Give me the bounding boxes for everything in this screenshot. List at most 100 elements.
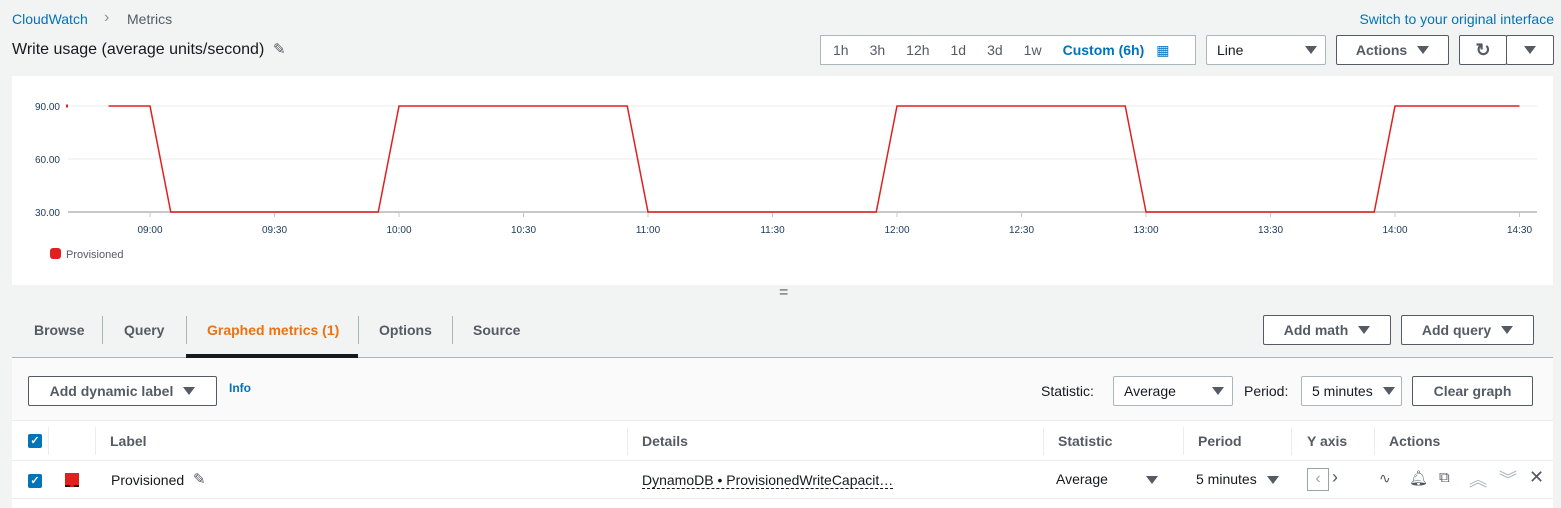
- tab-source[interactable]: Source: [473, 322, 520, 338]
- row-statistic[interactable]: Average: [1056, 471, 1108, 487]
- add-dynamic-label-button[interactable]: Add dynamic label: [28, 376, 217, 406]
- legend-swatch: [50, 248, 61, 259]
- line-chart: 90.00 60.00 30.00 09:00 09:30 10:00 10:30 11:00…: [35, 102, 1537, 261]
- range-3h[interactable]: 3h: [870, 42, 886, 58]
- calendar-icon[interactable]: ▦: [1156, 42, 1169, 59]
- range-1h[interactable]: 1h: [833, 42, 849, 58]
- x-tick-label: 09:30: [262, 225, 287, 236]
- y-axis-left-icon[interactable]: ‹: [1307, 468, 1329, 491]
- alarm-bell-icon[interactable]: 🔔︎: [1409, 469, 1428, 487]
- period-select[interactable]: 5 minutes: [1301, 376, 1402, 406]
- breadcrumb-cloudwatch[interactable]: CloudWatch: [12, 11, 88, 27]
- chart-panel: 90.00 60.00 30.00 09:00 09:30 10:00 10:30 11:00…: [12, 76, 1553, 285]
- col-divider: [1374, 427, 1375, 455]
- add-query-button[interactable]: Add query: [1401, 315, 1534, 345]
- row-divider: [12, 498, 1553, 499]
- x-tick-label: 14:30: [1507, 225, 1532, 236]
- range-custom[interactable]: Custom (6h): [1063, 42, 1145, 58]
- col-divider: [1043, 427, 1044, 455]
- tab-browse[interactable]: Browse: [34, 322, 85, 338]
- remove-icon[interactable]: ✕: [1529, 467, 1544, 488]
- actions-button[interactable]: Actions: [1336, 35, 1449, 65]
- refresh-options-button[interactable]: [1506, 35, 1554, 65]
- legend-label: Provisioned: [66, 249, 123, 261]
- info-link[interactable]: Info: [229, 381, 251, 395]
- col-y-axis[interactable]: Y axis: [1307, 433, 1347, 449]
- refresh-icon: ↻: [1475, 39, 1491, 60]
- chevron-down-icon: [1524, 46, 1536, 54]
- col-period[interactable]: Period: [1198, 433, 1242, 449]
- clear-graph-button[interactable]: Clear graph: [1412, 376, 1533, 406]
- chevron-down-icon: [1212, 387, 1224, 395]
- range-1d[interactable]: 1d: [951, 42, 967, 58]
- edit-label-icon[interactable]: ✎: [193, 470, 206, 488]
- range-12h[interactable]: 12h: [906, 42, 929, 58]
- y-tick-label: 30.00: [35, 208, 60, 219]
- row-period[interactable]: 5 minutes: [1196, 471, 1257, 487]
- breadcrumb-current: Metrics: [127, 11, 173, 27]
- move-down-icon[interactable]: ︾: [1499, 466, 1517, 492]
- y-tick-label: 90.00: [35, 102, 60, 113]
- x-tick-label: 09:00: [137, 225, 162, 236]
- series-color-swatch[interactable]: [65, 473, 79, 487]
- chevron-down-icon: [1305, 46, 1317, 54]
- row-checkbox[interactable]: ✓: [28, 474, 42, 488]
- add-math-label: Add math: [1283, 322, 1349, 338]
- statistic-select[interactable]: Average: [1113, 376, 1233, 406]
- tab-options[interactable]: Options: [379, 322, 432, 338]
- refresh-button[interactable]: ↻: [1459, 35, 1507, 65]
- add-dynamic-label-text: Add dynamic label: [49, 383, 174, 399]
- x-tick-label: 12:30: [1009, 225, 1034, 236]
- col-divider: [627, 427, 628, 455]
- tab-divider: [358, 316, 359, 344]
- statistic-label: Statistic:: [1041, 383, 1094, 399]
- breadcrumb-separator-icon: ›: [104, 9, 110, 26]
- resize-handle[interactable]: =: [779, 284, 788, 302]
- x-tick-label: 11:00: [636, 225, 661, 236]
- y-axis-right-icon[interactable]: ›: [1332, 467, 1338, 488]
- chevron-down-icon: [1358, 326, 1371, 334]
- switch-interface-link[interactable]: Switch to your original interface: [1359, 11, 1554, 27]
- period-value: 5 minutes: [1312, 383, 1373, 399]
- page-title: Write usage (average units/second): [12, 41, 265, 58]
- add-math-button[interactable]: Add math: [1263, 315, 1391, 345]
- period-label: Period:: [1244, 383, 1289, 399]
- x-tick-label: 12:00: [884, 225, 909, 236]
- chevron-down-icon: [1417, 46, 1430, 54]
- chevron-down-icon[interactable]: [1267, 476, 1279, 484]
- col-divider: [1291, 427, 1292, 455]
- tab-graphed-metrics[interactable]: Graphed metrics (1): [207, 322, 339, 338]
- chart-type-value: Line: [1217, 42, 1244, 58]
- row-details[interactable]: DynamoDB • ProvisionedWriteCapacit…: [642, 472, 894, 489]
- col-statistic[interactable]: Statistic: [1058, 433, 1112, 449]
- x-tick-label: 10:00: [386, 225, 411, 236]
- chevron-down-icon: [183, 387, 196, 395]
- col-divider: [48, 427, 49, 455]
- range-3d[interactable]: 3d: [987, 42, 1003, 58]
- col-divider: [1183, 427, 1184, 455]
- edit-title-icon[interactable]: ✎: [273, 40, 286, 58]
- y-tick-label: 60.00: [35, 155, 60, 166]
- col-divider: [95, 427, 96, 455]
- col-actions[interactable]: Actions: [1389, 433, 1440, 449]
- chevron-down-icon: [1383, 387, 1395, 395]
- col-label[interactable]: Label: [110, 433, 147, 449]
- trend-icon[interactable]: ∿: [1379, 470, 1391, 487]
- move-up-icon[interactable]: ︽: [1469, 466, 1487, 492]
- header-divider: [12, 460, 1553, 461]
- clear-graph-label: Clear graph: [1433, 383, 1512, 399]
- duplicate-icon[interactable]: ⧉: [1439, 469, 1450, 486]
- row-label: Provisioned: [111, 472, 185, 488]
- x-tick-label: 14:00: [1382, 225, 1407, 236]
- tab-divider: [186, 316, 187, 344]
- range-1w[interactable]: 1w: [1024, 42, 1042, 58]
- select-all-checkbox[interactable]: ✓: [28, 434, 42, 448]
- chart-type-select[interactable]: Line: [1206, 35, 1326, 65]
- tab-query[interactable]: Query: [124, 322, 164, 338]
- add-query-label: Add query: [1421, 322, 1492, 338]
- chevron-down-icon[interactable]: [1146, 476, 1158, 484]
- x-tick-label: 11:30: [760, 225, 785, 236]
- x-tick-label: 10:30: [511, 225, 536, 236]
- x-tick-label: 13:00: [1133, 225, 1158, 236]
- col-details[interactable]: Details: [642, 433, 688, 449]
